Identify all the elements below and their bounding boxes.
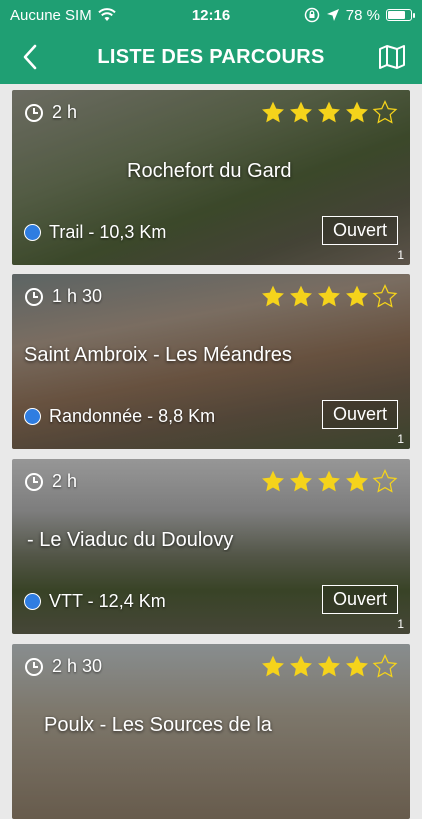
star-empty-icon xyxy=(372,654,398,678)
duration-label: 1 h 30 xyxy=(52,286,103,306)
battery-percent: 78 % xyxy=(345,6,380,24)
route-count: 1 xyxy=(397,617,404,631)
map-icon xyxy=(379,45,405,69)
rating-stars xyxy=(260,654,398,679)
route-duration: 2 h 30 xyxy=(24,656,102,677)
activity-dot-icon xyxy=(24,408,41,425)
map-button[interactable] xyxy=(372,30,412,84)
star-filled-icon xyxy=(290,655,312,677)
star-filled-icon xyxy=(318,285,340,307)
back-button[interactable] xyxy=(10,30,50,84)
route-card[interactable]: 2 h Rochefort du Gard Trail - 10,3 Km Ouver… xyxy=(12,90,410,265)
route-activity: Trail - 10,3 Km xyxy=(24,222,166,243)
star-filled-icon xyxy=(346,285,368,307)
star-filled-icon xyxy=(290,101,312,123)
route-card[interactable]: 2 h 30 Poulx - Les Sources de la xyxy=(12,644,410,819)
route-card[interactable]: 2 h - Le Viaduc du Doulovy VTT - 12,4 Km Ou… xyxy=(12,459,410,634)
activity-label: VTT - 12,4 Km xyxy=(49,591,166,611)
duration-label: 2 h 30 xyxy=(52,656,103,676)
route-title: Poulx - Les Sources de la xyxy=(44,714,272,736)
star-filled-icon xyxy=(290,470,312,492)
route-title: Rochefort du Gard xyxy=(127,160,292,182)
status-badge: Ouvert xyxy=(321,400,398,429)
star-filled-icon xyxy=(318,470,340,492)
activity-dot-icon xyxy=(24,224,41,241)
duration-label: 2 h xyxy=(52,471,78,491)
activity-label: Trail - 10,3 Km xyxy=(49,222,167,242)
star-filled-icon xyxy=(346,101,368,123)
location-arrow-icon xyxy=(326,9,339,21)
star-filled-icon xyxy=(262,655,284,677)
wifi-icon xyxy=(98,8,116,21)
star-filled-icon xyxy=(262,285,284,307)
star-empty-icon xyxy=(372,284,398,308)
activity-dot-icon xyxy=(24,593,41,610)
star-empty-icon xyxy=(372,469,398,493)
chevron-left-icon xyxy=(23,44,37,70)
page-title: LISTE DES PARCOURS xyxy=(97,45,325,68)
route-title: - Le Viaduc du Doulovy xyxy=(27,529,234,551)
duration-label: 2 h xyxy=(52,102,78,122)
clock-icon xyxy=(25,287,43,306)
status-left: Aucune SIM xyxy=(10,7,116,24)
star-filled-icon xyxy=(318,101,340,123)
route-activity: VTT - 12,4 Km xyxy=(24,591,166,612)
clock-icon xyxy=(25,657,43,676)
activity-label: Randonnée - 8,8 Km xyxy=(49,406,216,426)
star-filled-icon xyxy=(346,470,368,492)
route-count: 1 xyxy=(397,248,404,262)
status-right: 78 % xyxy=(304,6,415,24)
battery-icon xyxy=(386,9,415,21)
rating-stars xyxy=(260,284,398,309)
status-bar: Aucune SIM 12:16 78 % xyxy=(0,0,422,30)
star-filled-icon xyxy=(262,101,284,123)
carrier-label: Aucune SIM xyxy=(10,6,92,24)
clock-icon xyxy=(25,472,43,491)
route-card[interactable]: 1 h 30 Saint Ambroix - Les Méandres Randon… xyxy=(12,274,410,449)
rating-stars xyxy=(260,100,398,125)
star-empty-icon xyxy=(372,100,398,124)
route-activity: Randonnée - 8,8 Km xyxy=(24,406,215,427)
nav-bar: LISTE DES PARCOURS xyxy=(0,30,422,84)
route-title: Saint Ambroix - Les Méandres xyxy=(24,344,292,366)
status-badge: Ouvert xyxy=(321,216,398,245)
star-filled-icon xyxy=(290,285,312,307)
route-duration: 2 h xyxy=(24,102,77,123)
star-filled-icon xyxy=(346,655,368,677)
clock-icon xyxy=(25,103,43,122)
status-badge: Ouvert xyxy=(321,585,398,614)
rotation-lock-icon xyxy=(304,7,320,23)
rating-stars xyxy=(260,469,398,494)
route-duration: 1 h 30 xyxy=(24,286,102,307)
route-duration: 2 h xyxy=(24,471,77,492)
route-count: 1 xyxy=(397,432,404,446)
star-filled-icon xyxy=(318,655,340,677)
star-filled-icon xyxy=(262,470,284,492)
